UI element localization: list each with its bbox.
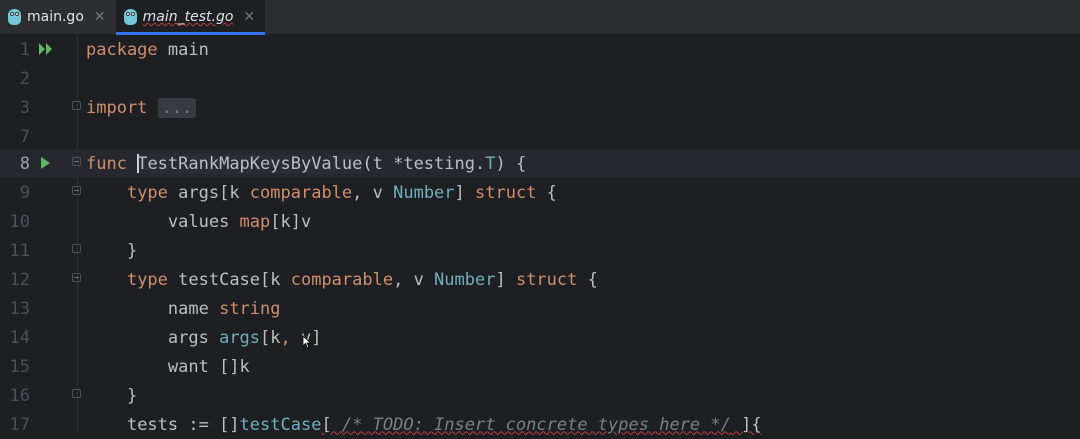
- line-number: 13: [9, 298, 30, 319]
- code-line: 14 args args[k, v]: [0, 323, 1080, 352]
- tab-main-go[interactable]: main.go ✕: [0, 0, 116, 34]
- play-icon[interactable]: [38, 156, 52, 170]
- code-text: }: [126, 385, 138, 406]
- line-number: 1: [19, 39, 30, 60]
- code-line: 2: [0, 64, 1080, 93]
- code-line: 16 }: [0, 381, 1080, 410]
- line-number: 9: [19, 182, 30, 203]
- double-play-icon[interactable]: [38, 42, 54, 56]
- tab-label: main_test.go: [142, 9, 234, 25]
- fold-toggle-icon[interactable]: [72, 389, 81, 398]
- code-line: 15 want []k: [0, 352, 1080, 381]
- code-text: func TestRankMapKeysByValue(t *testing.T…: [86, 153, 527, 174]
- fold-toggle-icon[interactable]: [72, 101, 81, 110]
- folded-region[interactable]: ...: [157, 97, 197, 118]
- code-text: package main: [86, 39, 209, 60]
- code-line: 11 }: [0, 236, 1080, 265]
- code-line: 7: [0, 122, 1080, 151]
- gopher-icon: [8, 9, 21, 25]
- code-line: 13 name string: [0, 294, 1080, 323]
- line-number: 2: [19, 68, 30, 89]
- gopher-icon: [123, 9, 137, 25]
- line-number: 12: [9, 269, 30, 290]
- tab-label: main.go: [27, 9, 84, 25]
- line-number: 10: [9, 211, 30, 232]
- line-number: 3: [19, 97, 30, 118]
- function-name[interactable]: TestRankMapKeysByValue: [137, 154, 362, 174]
- code-line: 9 type args[k comparable, v Number] stru…: [0, 178, 1080, 207]
- line-number: 15: [9, 356, 30, 377]
- line-number: 11: [9, 240, 30, 261]
- code-line: 3 import ...: [0, 93, 1080, 122]
- code-line: 10 values map[k]v: [0, 207, 1080, 236]
- mouse-pointer-icon: [302, 335, 312, 349]
- tab-main-test-go[interactable]: main_test.go ✕: [115, 0, 266, 35]
- code-text: type testCase[k comparable, v Number] st…: [126, 269, 598, 290]
- close-icon[interactable]: ✕: [243, 9, 255, 25]
- editor-tab-bar: main.go ✕ main_test.go ✕: [0, 0, 1080, 35]
- code-text: want []k: [167, 356, 250, 377]
- code-text: type args[k comparable, v Number] struct…: [126, 182, 557, 203]
- code-line: 1 package main: [0, 35, 1080, 64]
- fold-toggle-icon[interactable]: [72, 186, 81, 195]
- close-icon[interactable]: ✕: [94, 9, 106, 25]
- line-number: 16: [9, 385, 30, 406]
- code-line: 17 tests := []testCase[ /* TODO: Insert …: [0, 410, 1080, 439]
- line-number: 14: [9, 327, 30, 348]
- code-line-current: 8 func TestRankMapKeysByValue(t *testing…: [0, 149, 1080, 178]
- fold-toggle-icon[interactable]: [72, 244, 81, 253]
- code-line: 12 type testCase[k comparable, v Number]…: [0, 265, 1080, 294]
- code-text: values map[k]v: [167, 211, 312, 232]
- code-text: }: [126, 240, 138, 261]
- line-number: 8: [19, 153, 30, 174]
- code-text: import ...: [86, 97, 197, 118]
- code-text: name string: [167, 298, 281, 319]
- fold-toggle-icon[interactable]: [72, 157, 81, 166]
- fold-toggle-icon[interactable]: [72, 273, 81, 282]
- line-number: 7: [19, 126, 30, 147]
- code-editor[interactable]: 1 package main 2 3 import ... 7 8 func T…: [0, 35, 1080, 435]
- code-text: args args[k, v]: [167, 327, 322, 348]
